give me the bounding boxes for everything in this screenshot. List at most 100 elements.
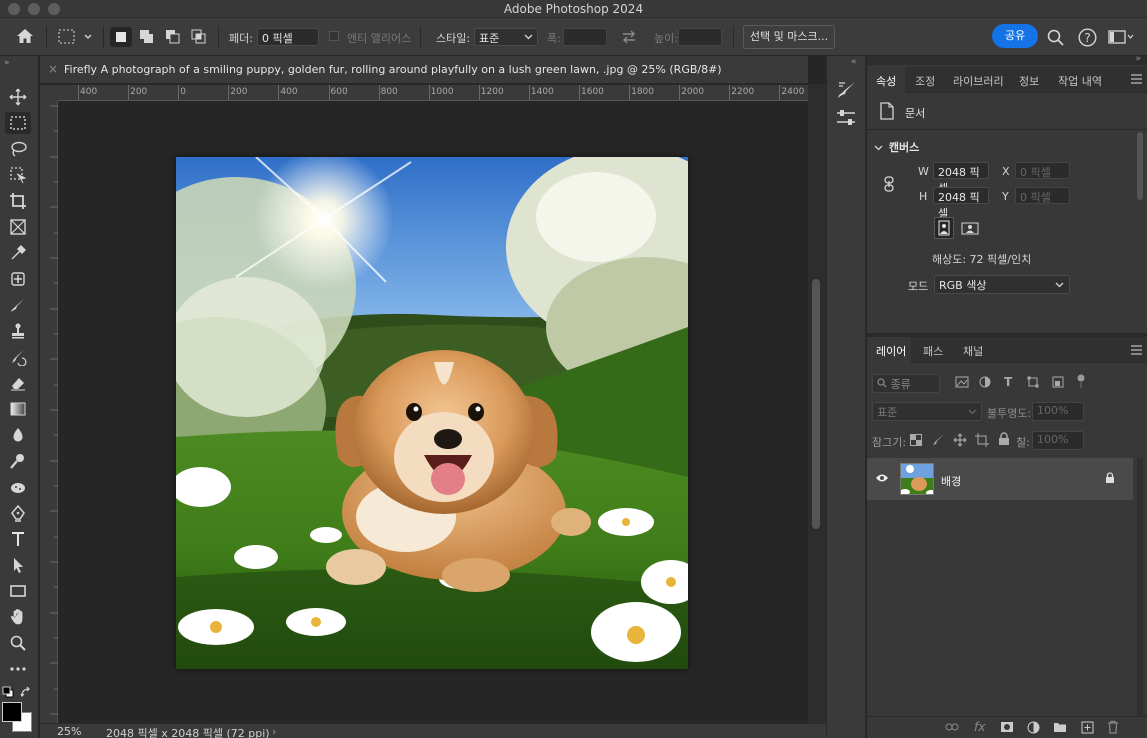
collapse-strip-icon[interactable]: « [851, 57, 857, 67]
antialias-checkbox[interactable] [329, 31, 339, 41]
color-mode-select[interactable]: RGB 색상 [934, 275, 1070, 294]
opacity-input[interactable]: 100% [1032, 402, 1084, 421]
zoom-level[interactable]: 25% [57, 725, 81, 738]
type-tool-icon[interactable] [5, 528, 31, 550]
blur-tool-icon[interactable] [5, 424, 31, 446]
filter-type-icon[interactable]: T [1004, 375, 1012, 389]
new-group-icon[interactable] [1053, 721, 1067, 736]
swap-colors-icon[interactable] [20, 686, 32, 701]
rectangle-tool-icon[interactable] [5, 580, 31, 602]
tab-channels[interactable]: 채널 [963, 343, 983, 359]
subtract-selection-icon[interactable] [163, 27, 183, 50]
link-layers-icon[interactable] [945, 722, 959, 735]
rectangular-marquee-tool-icon[interactable] [5, 112, 31, 134]
marquee-preset-icon[interactable] [58, 29, 94, 48]
intersect-selection-icon[interactable] [189, 27, 209, 50]
width-input[interactable] [563, 28, 607, 46]
fill-input[interactable]: 100% [1032, 431, 1084, 450]
layer-row[interactable]: 배경 [867, 458, 1133, 500]
healing-brush-tool-icon[interactable] [5, 268, 31, 290]
swap-dimensions-icon[interactable] [621, 29, 637, 48]
properties-scroll-thumb[interactable] [1137, 132, 1143, 200]
clone-stamp-tool-icon[interactable] [5, 320, 31, 342]
crop-tool-icon[interactable] [5, 190, 31, 212]
link-dimensions-icon[interactable] [883, 176, 895, 195]
history-brush-tool-icon[interactable] [5, 346, 31, 368]
feather-input[interactable]: 0 픽셀 [257, 28, 319, 46]
height-input[interactable] [678, 28, 722, 46]
eye-icon[interactable] [875, 473, 889, 486]
lock-transparency-icon[interactable] [910, 434, 922, 449]
vertical-scroll-thumb[interactable] [812, 279, 820, 529]
gradient-tool-icon[interactable] [5, 398, 31, 420]
vertical-scrollbar[interactable] [808, 84, 826, 724]
default-colors-icon[interactable] [2, 686, 14, 701]
object-selection-tool-icon[interactable] [5, 164, 31, 186]
landscape-orientation-icon[interactable] [960, 218, 980, 241]
eyedropper-tool-icon[interactable] [5, 242, 31, 264]
share-button[interactable]: 공유 [992, 24, 1038, 48]
brush-settings-icon[interactable] [837, 80, 857, 103]
add-mask-icon[interactable] [1000, 721, 1014, 736]
canvas-section-header[interactable]: 캔버스 [874, 139, 919, 155]
filter-shape-icon[interactable] [1027, 376, 1039, 391]
workspace-icon[interactable] [1108, 30, 1134, 47]
filter-smart-object-icon[interactable] [1052, 376, 1064, 391]
layer-name[interactable]: 배경 [941, 473, 961, 489]
tab-properties[interactable]: 속성 [876, 73, 896, 89]
pen-tool-icon[interactable] [5, 502, 31, 524]
status-chevron-icon[interactable]: › [272, 725, 276, 738]
lock-artboard-icon[interactable] [975, 433, 989, 450]
zoom-tool-icon[interactable] [5, 632, 31, 654]
style-select[interactable]: 표준 [474, 28, 538, 46]
canvas-y-input[interactable]: 0 픽셀 [1015, 187, 1070, 204]
fx-icon[interactable]: fx [974, 720, 985, 734]
tab-layers[interactable]: 레이어 [876, 343, 906, 359]
sponge-tool-icon[interactable] [5, 476, 31, 498]
close-document-icon[interactable]: × [48, 62, 58, 76]
lasso-tool-icon[interactable] [5, 138, 31, 160]
lock-pixels-icon[interactable] [931, 433, 945, 450]
hand-tool-icon[interactable] [5, 606, 31, 628]
horizontal-ruler[interactable]: 400 200 0 200 400 600 800 1000 1200 1400 1600 1800 2… [58, 85, 808, 101]
frame-tool-icon[interactable] [5, 216, 31, 238]
new-adjustment-layer-icon[interactable] [1027, 721, 1040, 737]
help-icon[interactable]: ? [1078, 28, 1097, 50]
tab-paths[interactable]: 패스 [923, 343, 943, 359]
document-canvas-image[interactable] [176, 157, 688, 669]
add-selection-icon[interactable] [137, 27, 157, 50]
eraser-tool-icon[interactable] [5, 372, 31, 394]
filter-pixel-icon[interactable] [955, 376, 969, 391]
tab-libraries[interactable]: 라이브러리 [953, 73, 1004, 89]
search-icon[interactable] [1047, 29, 1064, 49]
document-tab[interactable]: × Firefly A photograph of a smiling pupp… [40, 56, 808, 84]
more-tools-icon[interactable] [5, 658, 31, 680]
filter-toggle-icon[interactable] [1077, 374, 1085, 391]
select-and-mask-button[interactable]: 선택 및 마스크... [743, 25, 835, 49]
layers-menu-icon[interactable] [1131, 345, 1142, 358]
collapse-tools-icon[interactable]: » [4, 58, 10, 68]
portrait-orientation-icon[interactable] [934, 217, 954, 239]
layer-filter-select[interactable]: 종류 [872, 374, 940, 393]
tab-history[interactable]: 작업 내역 [1058, 73, 1102, 89]
lock-all-icon[interactable] [998, 432, 1010, 449]
adjustments-panel-icon[interactable] [835, 108, 857, 131]
ruler-origin[interactable] [40, 85, 58, 101]
lock-position-icon[interactable] [953, 433, 967, 450]
path-selection-tool-icon[interactable] [5, 554, 31, 576]
foreground-color-swatch[interactable] [2, 702, 22, 722]
canvas-height-input[interactable]: 2048 픽셀 [933, 187, 989, 220]
canvas-width-input[interactable]: 2048 픽셀 [933, 162, 989, 195]
brush-tool-icon[interactable] [5, 294, 31, 316]
tab-adjustments[interactable]: 조정 [915, 73, 935, 89]
new-selection-icon[interactable] [110, 27, 132, 47]
move-tool-icon[interactable] [5, 86, 31, 108]
home-icon[interactable] [16, 28, 34, 47]
delete-layer-icon[interactable] [1107, 720, 1119, 737]
blend-mode-select[interactable]: 표준 [872, 402, 982, 421]
tab-info[interactable]: 정보 [1019, 73, 1039, 89]
panel-menu-icon[interactable] [1131, 74, 1142, 87]
canvas-x-input[interactable]: 0 픽셀 [1015, 162, 1070, 179]
vertical-ruler[interactable] [40, 101, 58, 723]
filter-adjustment-icon[interactable] [979, 376, 991, 391]
